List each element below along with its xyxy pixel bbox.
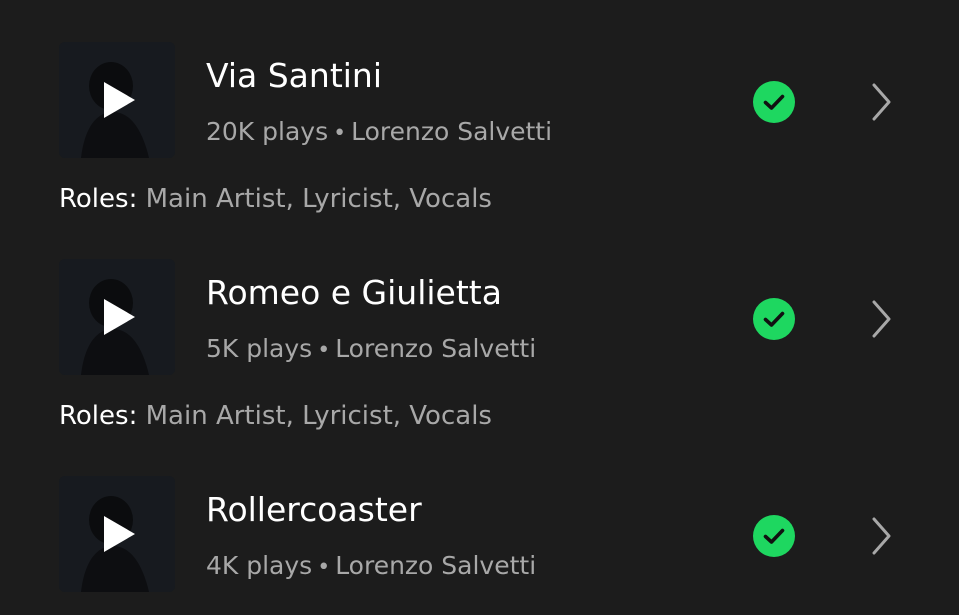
roles-value: Main Artist, Lyricist, Vocals [145, 401, 492, 431]
artist-name: Lorenzo Salvetti [351, 117, 553, 146]
track-meta: 5K plays • Lorenzo Salvetti [206, 334, 536, 363]
track-meta: 20K plays • Lorenzo Salvetti [206, 117, 552, 146]
track-title[interactable]: Rollercoaster [206, 490, 422, 529]
album-cover[interactable] [59, 42, 175, 158]
chevron-right-icon[interactable] [868, 82, 894, 126]
check-circle-icon[interactable] [753, 515, 795, 557]
meta-separator: • [333, 121, 347, 146]
track-row[interactable]: Romeo e Giulietta 5K plays • Lorenzo Salve… [0, 259, 959, 377]
artist-name: Lorenzo Salvetti [335, 551, 537, 580]
play-icon[interactable] [104, 299, 135, 335]
play-count: 4K plays [206, 551, 313, 580]
play-count: 20K plays [206, 117, 329, 146]
album-cover[interactable] [59, 259, 175, 375]
check-circle-icon[interactable] [753, 298, 795, 340]
credits-screen: { "tracks": [ { "title": "Via Santini", … [0, 0, 959, 615]
track-row[interactable]: Rollercoaster 4K plays • Lorenzo Salvetti [0, 476, 959, 594]
roles-label: Roles: [59, 401, 138, 431]
track-row[interactable]: Via Santini 20K plays • Lorenzo Salvetti [0, 42, 959, 160]
roles-line: Roles: Main Artist, Lyricist, Vocals [59, 401, 492, 431]
track-meta: 4K plays • Lorenzo Salvetti [206, 551, 536, 580]
track-title[interactable]: Romeo e Giulietta [206, 273, 502, 312]
roles-line: Roles: Main Artist, Lyricist, Vocals [59, 184, 492, 214]
play-count: 5K plays [206, 334, 313, 363]
roles-label: Roles: [59, 184, 138, 214]
chevron-right-icon[interactable] [868, 516, 894, 560]
track-title[interactable]: Via Santini [206, 56, 382, 95]
roles-value: Main Artist, Lyricist, Vocals [145, 184, 492, 214]
album-cover[interactable] [59, 476, 175, 592]
meta-separator: • [317, 338, 331, 363]
chevron-right-icon[interactable] [868, 299, 894, 343]
play-icon[interactable] [104, 82, 135, 118]
play-icon[interactable] [104, 516, 135, 552]
meta-separator: • [317, 555, 331, 580]
artist-name: Lorenzo Salvetti [335, 334, 537, 363]
check-circle-icon[interactable] [753, 81, 795, 123]
